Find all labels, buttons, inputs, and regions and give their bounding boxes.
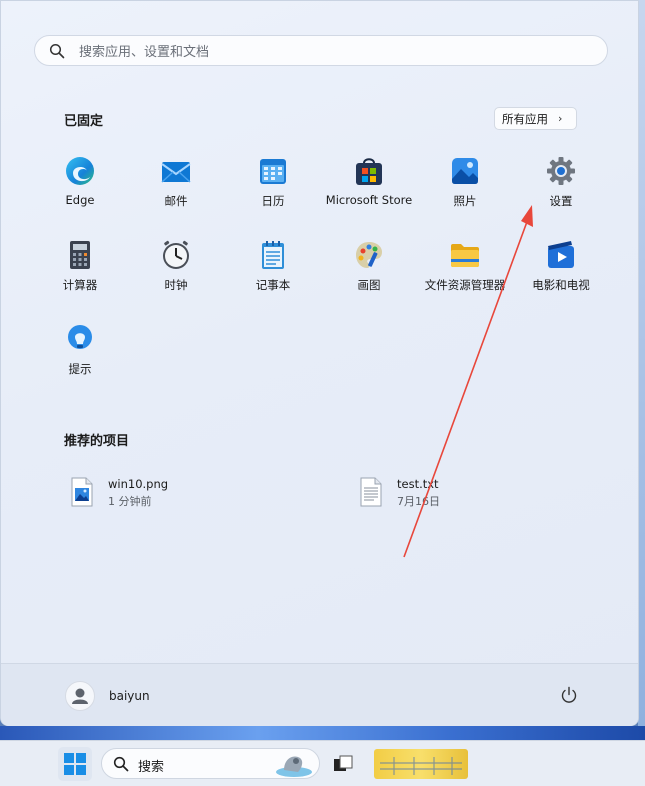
search-highlight-icon — [276, 756, 312, 777]
task-view-icon[interactable] — [333, 754, 353, 774]
annotation-arrow — [403, 205, 533, 558]
user-avatar[interactable] — [65, 681, 95, 711]
power-icon[interactable] — [558, 684, 580, 706]
windows-logo-icon — [64, 753, 86, 775]
folder-icon — [380, 757, 462, 775]
search-icon — [113, 756, 129, 772]
taskbar-search-label: 搜索 — [138, 760, 165, 775]
taskbar-file-explorer[interactable] — [374, 749, 468, 779]
start-button[interactable] — [58, 747, 92, 781]
start-menu: 已固定 所有应用 › Edge 邮件 日历 — [0, 0, 639, 726]
user-name[interactable]: baiyun — [109, 689, 150, 703]
start-menu-footer: baiyun — [1, 663, 638, 726]
taskbar: 搜索 — [0, 740, 645, 786]
desktop-wallpaper-edge — [638, 0, 645, 740]
user-icon — [72, 688, 88, 704]
taskbar-search-box[interactable]: 搜索 — [101, 748, 320, 779]
